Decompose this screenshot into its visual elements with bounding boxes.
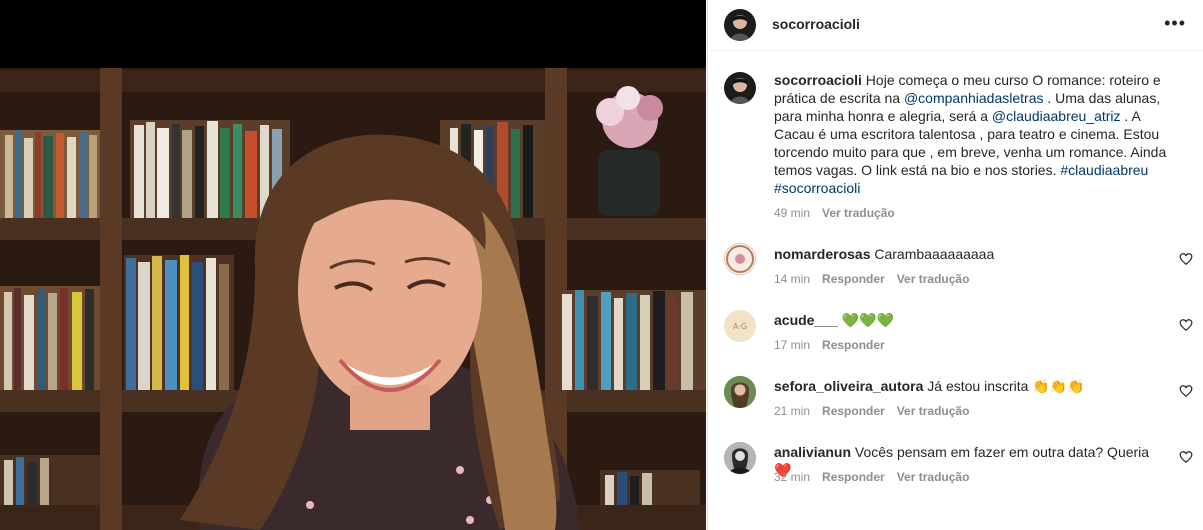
- comment-username[interactable]: nomarderosas: [774, 246, 870, 262]
- comment-avatar[interactable]: [724, 243, 756, 275]
- like-heart-icon[interactable]: [1179, 252, 1193, 266]
- hashtag-link[interactable]: #socorroacioli: [774, 180, 860, 196]
- reply-link[interactable]: Responder: [822, 470, 885, 484]
- comment-time: 21 min: [774, 404, 811, 418]
- comment-meta: 32 min Responder Ver tradução: [774, 470, 969, 484]
- post-header: socorroacioli •••: [708, 0, 1203, 51]
- post-photo-image: [0, 0, 706, 530]
- comment-avatar[interactable]: [724, 376, 756, 408]
- author-avatar[interactable]: [724, 9, 756, 41]
- comment-meta: 21 min Responder Ver tradução: [774, 404, 969, 418]
- comment-text: acude___ 💚💚💚: [774, 311, 1164, 329]
- comment-text: sefora_oliveira_autora Já estou inscrita…: [774, 377, 1164, 395]
- caption-time: 49 min: [774, 206, 811, 220]
- translate-link[interactable]: Ver tradução: [897, 404, 970, 418]
- translate-link[interactable]: Ver tradução: [897, 470, 970, 484]
- author-username[interactable]: socorroacioli: [772, 16, 860, 32]
- comment-time: 32 min: [774, 470, 811, 484]
- comment-time: 14 min: [774, 272, 811, 286]
- post-side-panel: socorroacioli ••• socorroacioli Hoje com…: [707, 0, 1203, 530]
- svg-text:A·G: A·G: [733, 322, 747, 331]
- like-heart-icon[interactable]: [1179, 384, 1193, 398]
- post-photo[interactable]: [0, 0, 706, 530]
- comment-avatar[interactable]: [724, 442, 756, 474]
- comment-username[interactable]: acude___: [774, 312, 838, 328]
- translate-link[interactable]: Ver tradução: [897, 272, 970, 286]
- caption-avatar[interactable]: [724, 72, 756, 104]
- comment-username[interactable]: sefora_oliveira_autora: [774, 378, 923, 394]
- caption-meta: 49 min Ver tradução: [774, 206, 895, 220]
- post-caption: socorroacioli Hoje começa o meu curso O …: [774, 71, 1174, 197]
- reply-link[interactable]: Responder: [822, 338, 885, 352]
- like-heart-icon[interactable]: [1179, 450, 1193, 464]
- reply-link[interactable]: Responder: [822, 404, 885, 418]
- comment-meta: 17 min Responder: [774, 338, 885, 352]
- more-icon[interactable]: •••: [1164, 14, 1186, 32]
- translate-link[interactable]: Ver tradução: [822, 206, 895, 220]
- mention-link[interactable]: @claudiaabreu_atriz: [992, 108, 1121, 124]
- comment-body: Já estou inscrita 👏👏👏: [927, 378, 1085, 394]
- comment-body: Carambaaaaaaaaa: [874, 246, 995, 262]
- mention-link[interactable]: @companhiadasletras: [904, 90, 1044, 106]
- comment-meta: 14 min Responder Ver tradução: [774, 272, 969, 286]
- comment-body: 💚💚💚: [841, 312, 895, 328]
- caption-username[interactable]: socorroacioli: [774, 72, 862, 88]
- comment-text: nomarderosas Carambaaaaaaaaa: [774, 245, 1164, 263]
- comment-username[interactable]: analivianun: [774, 444, 851, 460]
- like-heart-icon[interactable]: [1179, 318, 1193, 332]
- comment-avatar[interactable]: A·G: [724, 310, 756, 342]
- hashtag-link[interactable]: #claudiaabreu: [1060, 162, 1148, 178]
- comment-time: 17 min: [774, 338, 811, 352]
- reply-link[interactable]: Responder: [822, 272, 885, 286]
